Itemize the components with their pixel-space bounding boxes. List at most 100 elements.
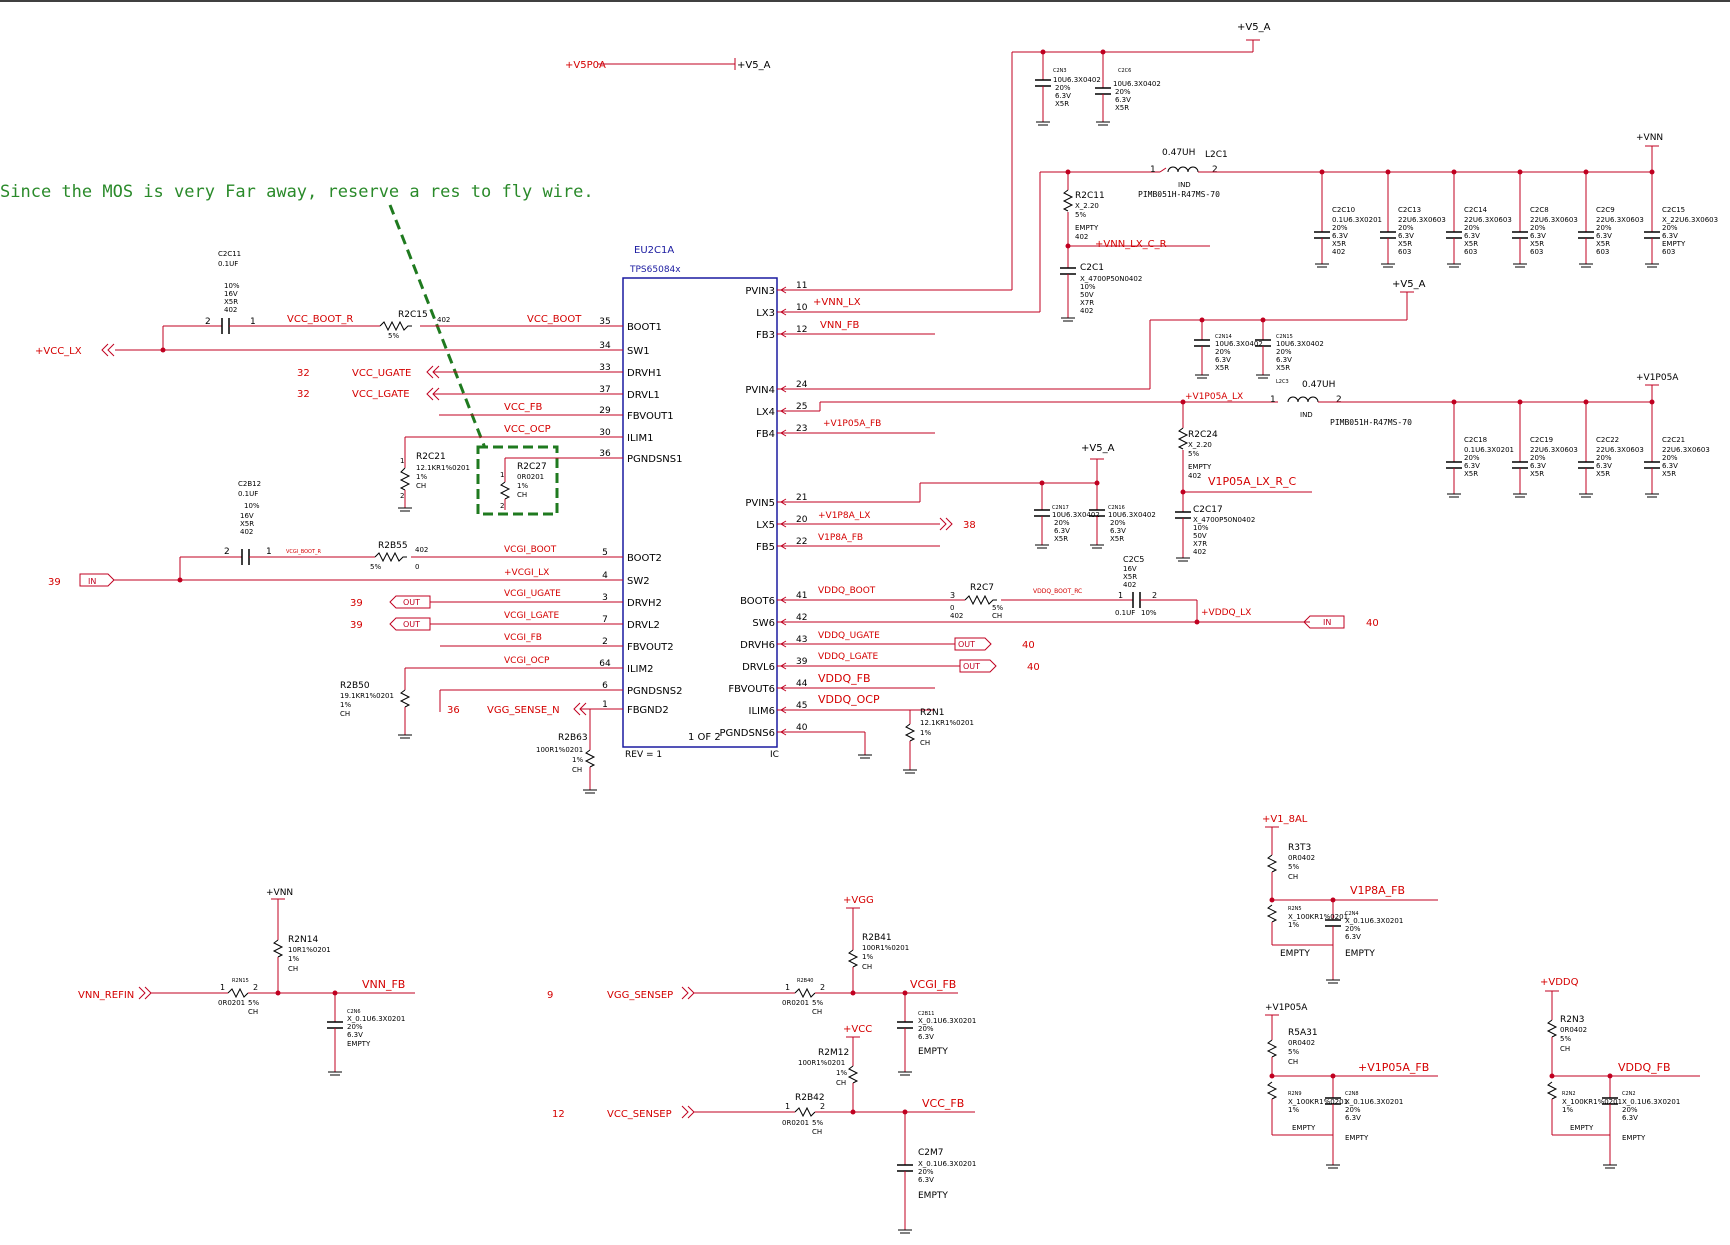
- svg-text:C2N8: C2N8: [1345, 1091, 1359, 1097]
- svg-text:IND: IND: [1300, 411, 1313, 419]
- svg-text:R2N14: R2N14: [288, 935, 318, 945]
- svg-text:0.47UH: 0.47UH: [1162, 148, 1195, 158]
- svg-text:1: 1: [1150, 165, 1156, 175]
- vnn-output-caps: C2C100.1U6.3X020120%6.3VX5R402C2C1322U6.…: [1314, 169, 1718, 268]
- svg-text:6.3V: 6.3V: [347, 1031, 363, 1039]
- svg-text:EMPTY: EMPTY: [1280, 949, 1310, 959]
- svg-text:6.3V: 6.3V: [1054, 527, 1070, 535]
- svg-text:X_2.20: X_2.20: [1075, 202, 1099, 210]
- svg-text:OUT: OUT: [958, 640, 975, 649]
- svg-text:C2C13: C2C13: [1398, 206, 1421, 214]
- svg-text:IN: IN: [88, 577, 96, 586]
- svg-text:39: 39: [48, 577, 61, 588]
- svg-text:0.1U6.3X0201: 0.1U6.3X0201: [1464, 446, 1514, 454]
- svg-text:X_100KR1%0201: X_100KR1%0201: [1288, 913, 1348, 921]
- svg-text:20%: 20%: [918, 1025, 934, 1033]
- svg-text:5%: 5%: [1288, 863, 1299, 871]
- svg-text:VCGI_FB: VCGI_FB: [504, 633, 542, 643]
- svg-text:R2B50: R2B50: [340, 681, 370, 691]
- svg-text:10%: 10%: [1141, 609, 1157, 617]
- svg-text:R2B42: R2B42: [795, 1093, 825, 1103]
- svg-text:39: 39: [350, 598, 363, 609]
- svg-text:R2N9: R2N9: [1288, 1091, 1302, 1097]
- svg-text:VDDQ_FB: VDDQ_FB: [1618, 1061, 1671, 1074]
- svg-text:CH: CH: [572, 766, 582, 774]
- svg-text:TPS65084x: TPS65084x: [629, 265, 681, 275]
- svg-text:+VCC: +VCC: [843, 1024, 872, 1035]
- svg-text:16V: 16V: [240, 512, 254, 520]
- svg-text:VCGI_UGATE: VCGI_UGATE: [504, 589, 561, 599]
- svg-text:20%: 20%: [1464, 454, 1480, 462]
- svg-text:5%: 5%: [1188, 450, 1199, 458]
- svg-text:1: 1: [500, 471, 504, 479]
- svg-text:X_0.1U6.3X0201: X_0.1U6.3X0201: [1622, 1098, 1680, 1106]
- pin-name: BOOT2: [627, 553, 662, 564]
- pin-name: PVIN5: [745, 498, 775, 509]
- svg-text:12: 12: [552, 1109, 565, 1120]
- pin-name: FB3: [756, 330, 775, 341]
- svg-text:X5R: X5R: [1123, 573, 1137, 581]
- pin-name: PGNDSNS2: [627, 686, 683, 697]
- svg-text:10%: 10%: [1193, 524, 1209, 532]
- pin-name: LX4: [756, 407, 775, 418]
- svg-text:32: 32: [297, 368, 310, 379]
- svg-text:X5R: X5R: [224, 298, 238, 306]
- svg-text:+VDDQ_LX: +VDDQ_LX: [1201, 608, 1251, 618]
- svg-text:402: 402: [437, 316, 450, 324]
- svg-text:IC: IC: [770, 750, 779, 760]
- svg-text:6.3V: 6.3V: [1464, 232, 1480, 240]
- svg-text:5%: 5%: [992, 604, 1003, 612]
- svg-text:2: 2: [500, 502, 504, 510]
- svg-text:X7R: X7R: [1080, 299, 1094, 307]
- svg-text:6.3V: 6.3V: [1215, 356, 1231, 364]
- ic-left-pins: 35 BOOT134 SW133 DRVH137 DRVL129 FBVOUT130 ILI…: [599, 317, 682, 716]
- pin-name: LX3: [756, 308, 775, 319]
- svg-text:5%: 5%: [1075, 211, 1086, 219]
- svg-text:6.3V: 6.3V: [1530, 232, 1546, 240]
- svg-text:VDDQ_OCP: VDDQ_OCP: [818, 693, 880, 706]
- svg-text:40: 40: [1366, 618, 1379, 629]
- svg-text:CH: CH: [517, 491, 527, 499]
- svg-text:CH: CH: [1288, 1058, 1298, 1066]
- svg-text:X_0.1U6.3X0201: X_0.1U6.3X0201: [1345, 917, 1403, 925]
- svg-text:6.3V: 6.3V: [918, 1176, 934, 1184]
- svg-text:5%: 5%: [1288, 1048, 1299, 1056]
- svg-text:VCGI_BOOT_R: VCGI_BOOT_R: [286, 549, 322, 555]
- svg-text:C2C14: C2C14: [1464, 206, 1488, 214]
- svg-text:C2C1: C2C1: [1080, 263, 1104, 273]
- svg-text:VCC_FB: VCC_FB: [922, 1097, 964, 1110]
- svg-text:VNN_FB: VNN_FB: [362, 978, 405, 991]
- svg-text:CH: CH: [992, 612, 1002, 620]
- svg-text:20%: 20%: [1054, 519, 1070, 527]
- svg-text:402: 402: [950, 612, 963, 620]
- fly-wire-note: Since the MOS is very Far away, reserve …: [0, 182, 594, 202]
- svg-text:50V: 50V: [1193, 532, 1207, 540]
- svg-text:22U6.3X0603: 22U6.3X0603: [1596, 216, 1644, 224]
- svg-text:CH: CH: [836, 1079, 846, 1087]
- svg-text:603: 603: [1596, 248, 1609, 256]
- svg-text:22U6.3X0603: 22U6.3X0603: [1596, 446, 1644, 454]
- svg-text:X_0.1U6.3X0201: X_0.1U6.3X0201: [347, 1015, 405, 1023]
- svg-text:2: 2: [224, 547, 230, 557]
- svg-text:10%: 10%: [1080, 283, 1096, 291]
- svg-text:1: 1: [220, 983, 225, 992]
- svg-text:C2C9: C2C9: [1596, 206, 1615, 214]
- svg-text:20%: 20%: [1345, 925, 1361, 933]
- svg-text:2: 2: [1212, 165, 1218, 175]
- svg-text:R2B63: R2B63: [558, 733, 588, 743]
- svg-text:PIMB051H-R47MS-70: PIMB051H-R47MS-70: [1330, 418, 1412, 427]
- svg-text:+V5_A: +V5_A: [1237, 22, 1271, 33]
- svg-text:6.3V: 6.3V: [1110, 527, 1126, 535]
- svg-text:X5R: X5R: [1596, 470, 1610, 478]
- svg-text:R2B41: R2B41: [862, 933, 892, 943]
- cap-c2n15: C2N15 10U6.3X0402 20% 6.3V X5R L2C3: [1255, 320, 1324, 385]
- net-v5p0a: +V5P0A: [565, 60, 606, 71]
- svg-text:X5R: X5R: [1276, 364, 1290, 372]
- svg-text:VCC_BOOT_R: VCC_BOOT_R: [287, 314, 353, 325]
- svg-text:+V1P05A_LX: +V1P05A_LX: [1185, 392, 1243, 402]
- svg-text:6.3V: 6.3V: [1596, 232, 1612, 240]
- svg-text:EMPTY: EMPTY: [1075, 224, 1099, 232]
- svg-text:R2N1: R2N1: [920, 708, 944, 718]
- svg-text:100R1%0201: 100R1%0201: [536, 746, 583, 754]
- pin-name: SW6: [752, 618, 775, 629]
